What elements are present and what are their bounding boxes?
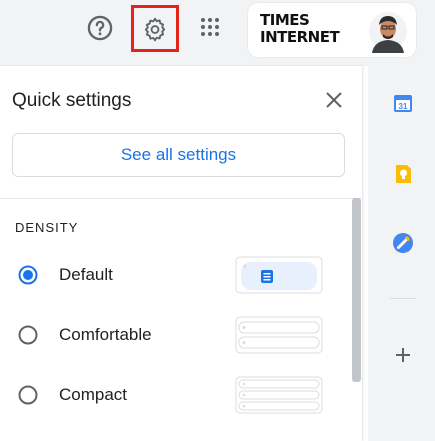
keep-icon[interactable] — [392, 163, 414, 185]
help-button[interactable] — [84, 12, 116, 44]
side-apps-panel: 31 — [368, 66, 435, 441]
close-icon — [326, 92, 342, 108]
compact-density-preview — [235, 376, 323, 414]
density-option-compact[interactable]: Compact — [0, 374, 340, 416]
radio-unselected[interactable] — [18, 385, 38, 405]
comfortable-density-preview — [235, 316, 323, 354]
brand-line-1: TIMES — [260, 11, 310, 29]
see-all-settings-button[interactable]: See all settings — [12, 133, 345, 177]
side-divider — [390, 298, 416, 299]
avatar[interactable] — [368, 9, 408, 53]
default-density-preview — [235, 256, 323, 294]
help-icon — [87, 15, 113, 41]
density-option-default[interactable]: Default — [0, 254, 340, 296]
divider — [0, 198, 362, 199]
close-button[interactable] — [322, 88, 346, 112]
add-icon[interactable] — [392, 344, 414, 366]
quick-settings-panel: Quick settings See all settings DENSITY … — [0, 66, 362, 441]
option-label-comfortable: Comfortable — [59, 325, 152, 344]
settings-button[interactable] — [131, 5, 179, 52]
svg-text:31: 31 — [399, 102, 408, 111]
brand-logo: TIMES INTERNET — [260, 11, 340, 46]
gear-icon — [144, 17, 166, 41]
apps-grid-icon — [201, 18, 219, 36]
tasks-icon[interactable] — [392, 232, 414, 254]
density-heading: DENSITY — [15, 220, 79, 235]
top-bar: TIMES INTERNET — [0, 0, 435, 66]
density-option-comfortable[interactable]: Comfortable — [0, 314, 340, 356]
account-switcher[interactable]: TIMES INTERNET — [248, 3, 416, 57]
radio-unselected[interactable] — [18, 325, 38, 345]
radio-selected[interactable] — [18, 265, 38, 285]
panel-title: Quick settings — [12, 90, 132, 111]
option-label-default: Default — [59, 265, 113, 284]
option-label-compact: Compact — [59, 385, 128, 404]
apps-button[interactable] — [196, 13, 224, 41]
calendar-icon[interactable]: 31 — [392, 92, 414, 114]
scrollbar[interactable] — [352, 198, 361, 382]
brand-line-2: INTERNET — [260, 28, 340, 46]
